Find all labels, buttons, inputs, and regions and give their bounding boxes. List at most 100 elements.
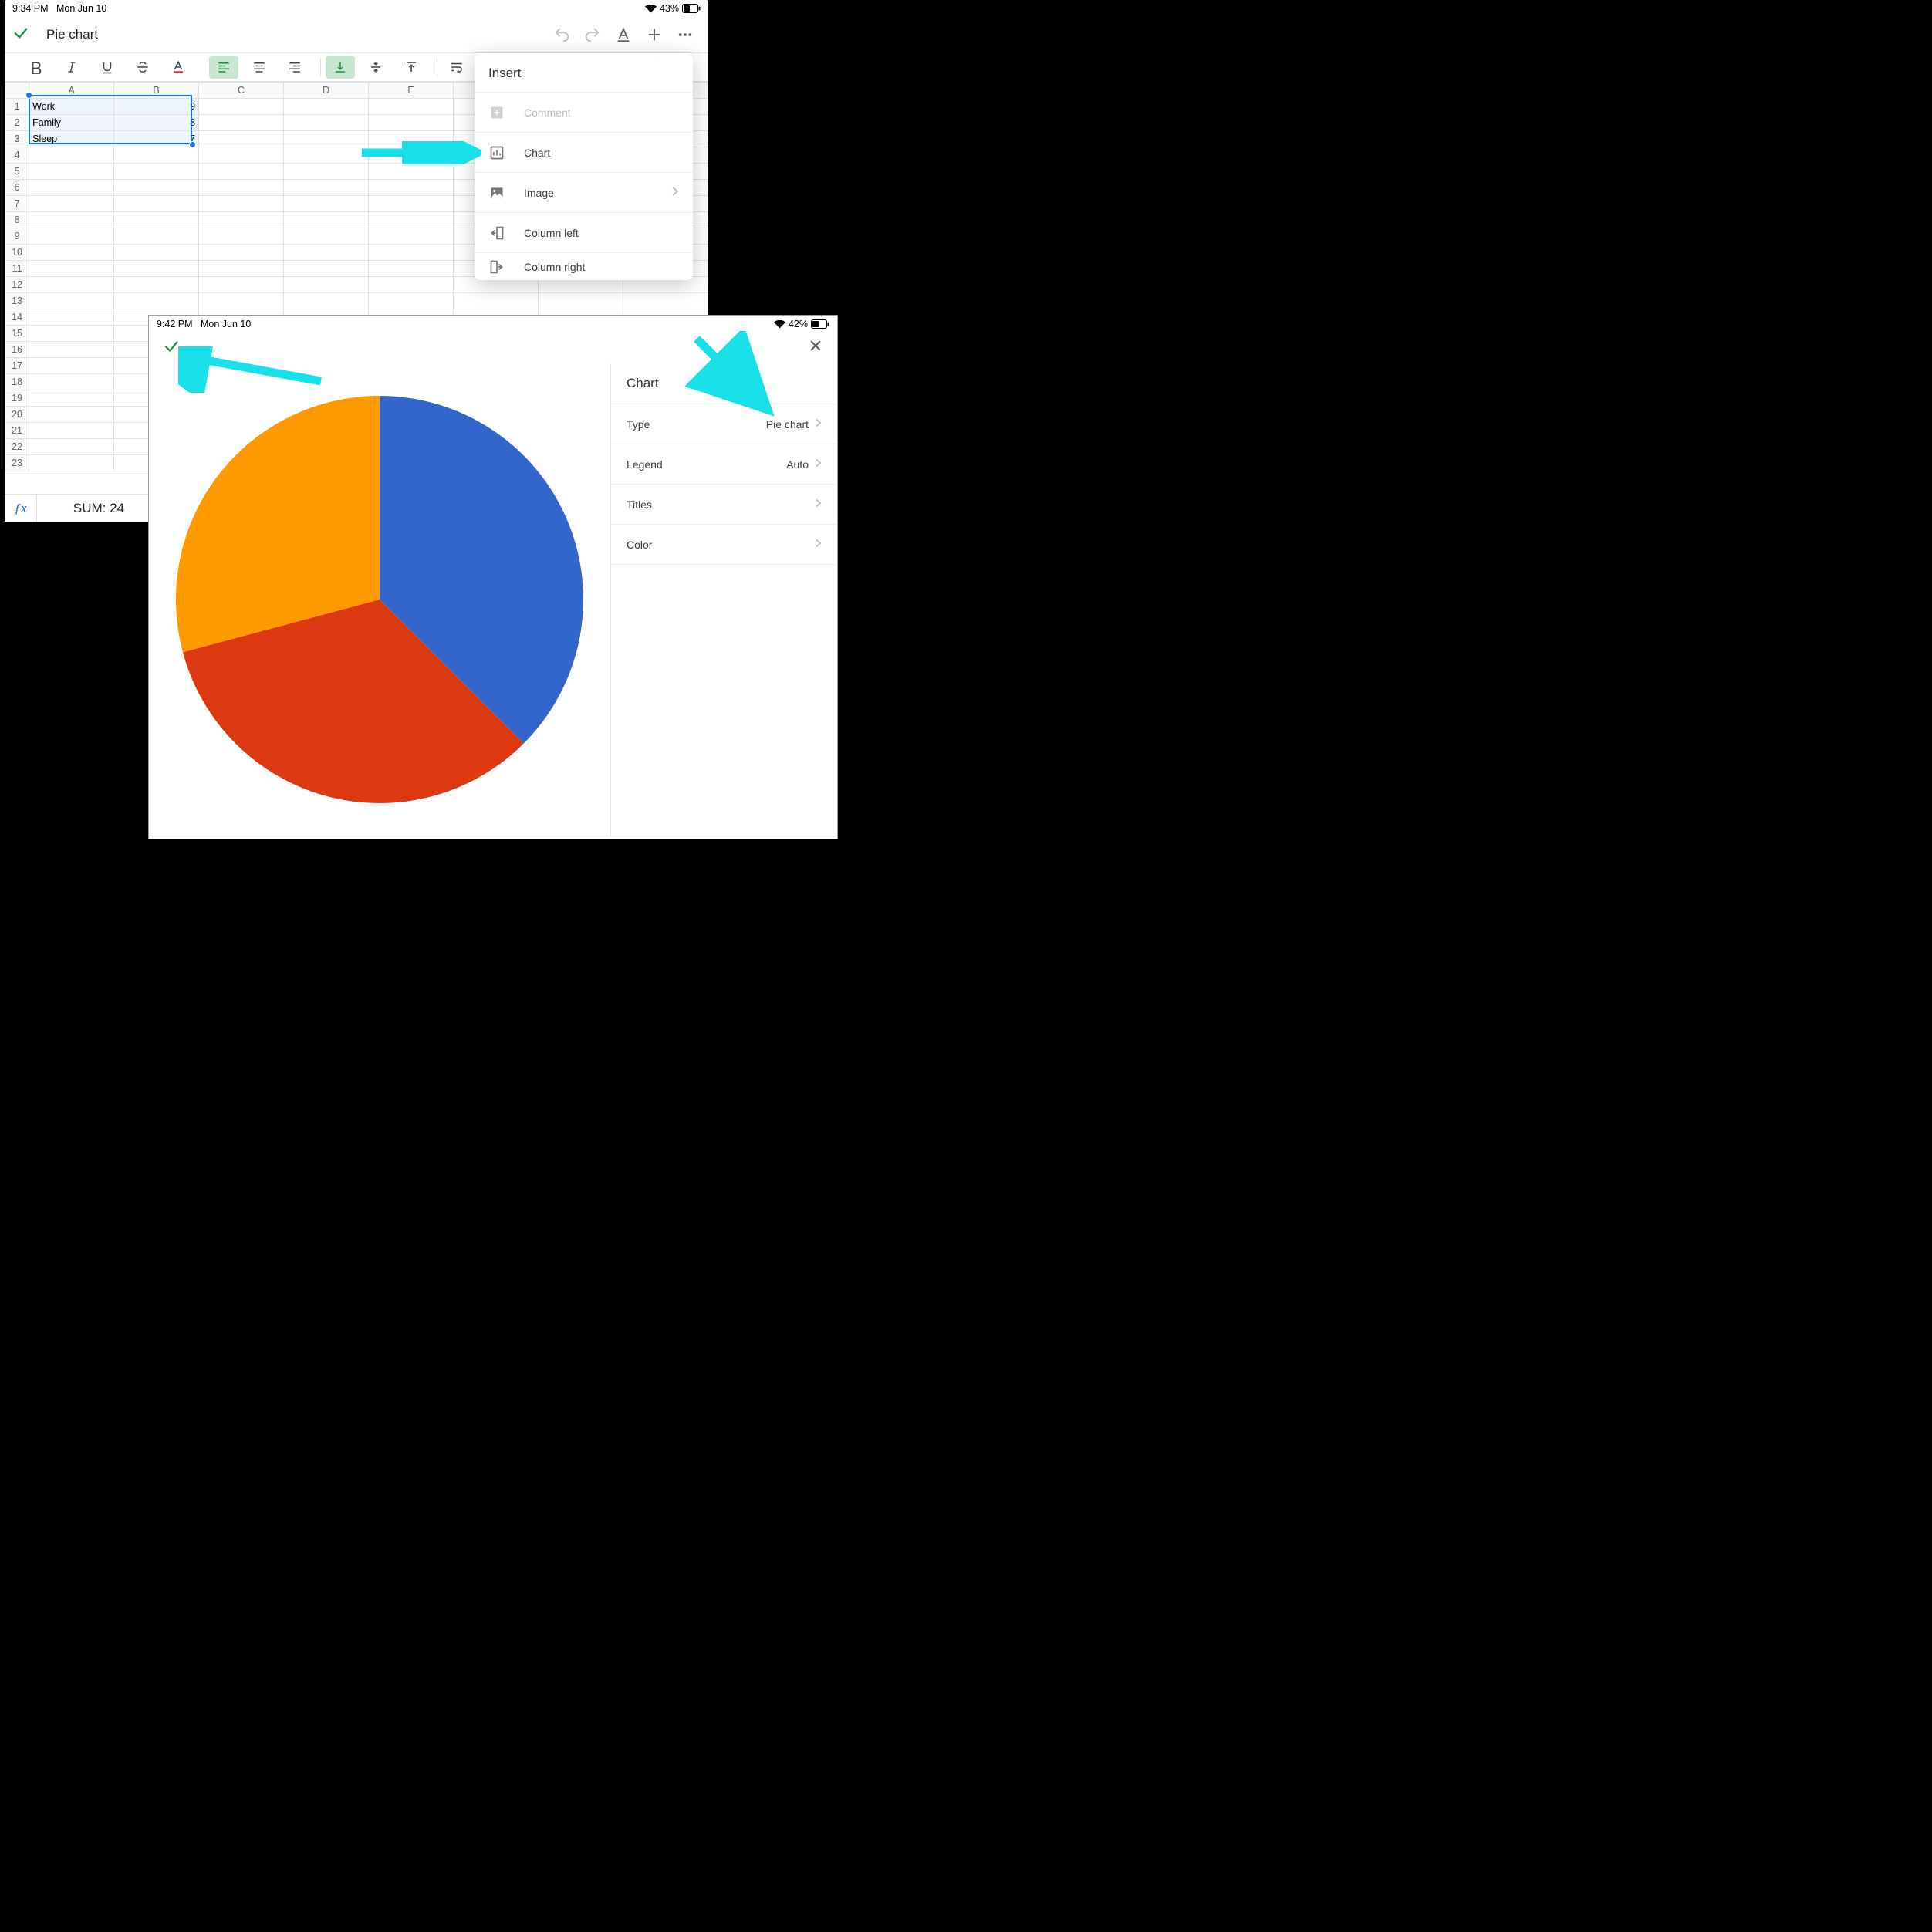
cell-A13[interactable]	[29, 293, 114, 309]
row-header-2[interactable]: 2	[5, 115, 29, 131]
row-header-15[interactable]: 15	[5, 326, 29, 342]
selection-handle-tl[interactable]	[25, 92, 32, 99]
cell-C2[interactable]	[199, 115, 284, 131]
col-header-C[interactable]: C	[199, 83, 284, 99]
row-header-9[interactable]: 9	[5, 228, 29, 245]
cell-B11[interactable]	[114, 261, 199, 277]
cell-B1[interactable]: 9	[114, 99, 199, 115]
cell-C10[interactable]	[199, 245, 284, 261]
insert-item-image[interactable]: Image	[475, 172, 693, 212]
cell-D4[interactable]	[284, 147, 369, 164]
insert-item-column right[interactable]: Column right	[475, 252, 693, 280]
cell-C1[interactable]	[199, 99, 284, 115]
more-button[interactable]	[670, 19, 701, 50]
cell-D2[interactable]	[284, 115, 369, 131]
row-header-14[interactable]: 14	[5, 309, 29, 326]
row-header-10[interactable]: 10	[5, 245, 29, 261]
insert-button[interactable]	[639, 19, 670, 50]
cell-F13[interactable]	[453, 293, 538, 309]
cell-A17[interactable]	[29, 358, 114, 374]
italic-button[interactable]	[57, 56, 86, 79]
wrap-button[interactable]	[442, 56, 471, 79]
cell-E6[interactable]	[369, 180, 454, 196]
cell-A6[interactable]	[29, 180, 114, 196]
col-header-B[interactable]: B	[114, 83, 199, 99]
cell-E2[interactable]	[369, 115, 454, 131]
cell-B9[interactable]	[114, 228, 199, 245]
cell-C3[interactable]	[199, 131, 284, 147]
cell-A22[interactable]	[29, 439, 114, 455]
cell-D3[interactable]	[284, 131, 369, 147]
cell-E1[interactable]	[369, 99, 454, 115]
row-header-4[interactable]: 4	[5, 147, 29, 164]
cell-D7[interactable]	[284, 196, 369, 212]
align-left-button[interactable]	[209, 56, 238, 79]
cell-D6[interactable]	[284, 180, 369, 196]
cell-B4[interactable]	[114, 147, 199, 164]
cell-B13[interactable]	[114, 293, 199, 309]
cell-A5[interactable]	[29, 164, 114, 180]
cell-A1[interactable]: Work	[29, 99, 114, 115]
align-right-button[interactable]	[280, 56, 309, 79]
cell-A7[interactable]	[29, 196, 114, 212]
row-header-21[interactable]: 21	[5, 423, 29, 439]
insert-item-column left[interactable]: Column left	[475, 212, 693, 252]
cell-E11[interactable]	[369, 261, 454, 277]
cell-E9[interactable]	[369, 228, 454, 245]
text-color-button[interactable]	[164, 56, 193, 79]
cell-C8[interactable]	[199, 212, 284, 228]
row-header-23[interactable]: 23	[5, 455, 29, 471]
confirm-check-icon[interactable]	[163, 338, 180, 359]
cell-D11[interactable]	[284, 261, 369, 277]
cell-D1[interactable]	[284, 99, 369, 115]
cell-C6[interactable]	[199, 180, 284, 196]
row-header-16[interactable]: 16	[5, 342, 29, 358]
row-header-17[interactable]: 17	[5, 358, 29, 374]
cell-A16[interactable]	[29, 342, 114, 358]
row-header-11[interactable]: 11	[5, 261, 29, 277]
cell-A4[interactable]	[29, 147, 114, 164]
cell-B3[interactable]: 7	[114, 131, 199, 147]
cell-B8[interactable]	[114, 212, 199, 228]
cell-D13[interactable]	[284, 293, 369, 309]
row-header-5[interactable]: 5	[5, 164, 29, 180]
cell-C4[interactable]	[199, 147, 284, 164]
document-title[interactable]: Pie chart	[46, 27, 98, 42]
row-header-13[interactable]: 13	[5, 293, 29, 309]
row-header-20[interactable]: 20	[5, 407, 29, 423]
cell-A18[interactable]	[29, 374, 114, 390]
cell-G13[interactable]	[538, 293, 623, 309]
valign-bottom-button[interactable]	[326, 56, 355, 79]
cell-B12[interactable]	[114, 277, 199, 293]
row-header-18[interactable]: 18	[5, 374, 29, 390]
cell-E13[interactable]	[369, 293, 454, 309]
cell-A20[interactable]	[29, 407, 114, 423]
fx-icon[interactable]: ƒx	[5, 495, 37, 522]
row-header-3[interactable]: 3	[5, 131, 29, 147]
cell-E5[interactable]	[369, 164, 454, 180]
cell-A19[interactable]	[29, 390, 114, 407]
row-header-1[interactable]: 1	[5, 99, 29, 115]
insert-item-chart[interactable]: Chart	[475, 132, 693, 172]
chart-setting-titles[interactable]: Titles	[611, 485, 837, 525]
selection-handle-br[interactable]	[189, 141, 196, 148]
chart-setting-color[interactable]: Color	[611, 525, 837, 565]
cell-A10[interactable]	[29, 245, 114, 261]
cell-E7[interactable]	[369, 196, 454, 212]
cell-B2[interactable]: 8	[114, 115, 199, 131]
cell-B10[interactable]	[114, 245, 199, 261]
cell-C11[interactable]	[199, 261, 284, 277]
cell-A23[interactable]	[29, 455, 114, 471]
cell-B5[interactable]	[114, 164, 199, 180]
col-header-D[interactable]: D	[284, 83, 369, 99]
cell-C7[interactable]	[199, 196, 284, 212]
cell-A8[interactable]	[29, 212, 114, 228]
text-format-button[interactable]	[608, 19, 639, 50]
row-header-8[interactable]: 8	[5, 212, 29, 228]
cell-D5[interactable]	[284, 164, 369, 180]
align-center-button[interactable]	[245, 56, 274, 79]
col-header-A[interactable]: A	[29, 83, 114, 99]
cell-C12[interactable]	[199, 277, 284, 293]
row-header-6[interactable]: 6	[5, 180, 29, 196]
cell-E10[interactable]	[369, 245, 454, 261]
